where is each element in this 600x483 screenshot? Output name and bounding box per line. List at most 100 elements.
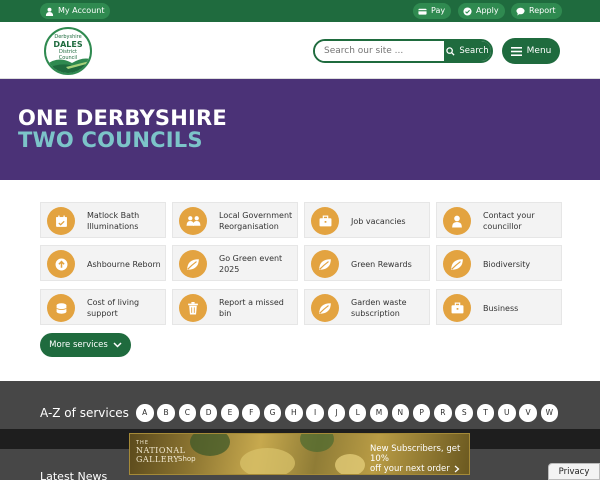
tile-label: Ashbourne Reborn [87,259,161,269]
tile-label: Report a missed bin [219,298,284,318]
advert-promo: New Subscribers, get 10% off your next o… [370,444,469,474]
tile-cost-of-living-support[interactable]: Cost of living support [40,289,166,325]
coins-icon [47,294,75,322]
speech-bubble-icon [516,7,525,16]
leaf-icon [443,250,471,278]
a-z-letter[interactable]: G [263,404,282,422]
a-z-services-bar: A-Z of services A B C D E F G H I J L M … [0,381,600,429]
hero-heading-line2: TWO COUNCILS [18,128,203,152]
a-z-letter[interactable]: N [391,404,410,422]
tile-label: Cost of living support [87,298,140,318]
my-account-link[interactable]: My Account [40,3,111,19]
site-search: Search [313,39,493,63]
advert-brand-shop: Shop [178,455,196,463]
search-button[interactable]: Search [444,41,491,61]
logo-line2: DALES [53,40,83,49]
tile-job-vacancies[interactable]: Job vacancies [304,202,430,238]
a-z-letter[interactable]: L [348,404,367,422]
tile-biodiversity[interactable]: Biodiversity [436,245,562,281]
site-header: Derbyshire DALES District Council Search… [0,22,600,79]
a-z-letters: A B C D E F G H I J L M N P R S T U V W [136,404,559,422]
tile-green-rewards[interactable]: Green Rewards [304,245,430,281]
person-icon [443,207,471,235]
hero-banner: ONE DERBYSHIRE TWO COUNCILS [0,79,600,180]
leaf-icon [179,250,207,278]
a-z-letter[interactable]: V [519,404,537,422]
hero-heading-line1: ONE DERBYSHIRE [18,106,227,130]
a-z-letter[interactable]: T [476,404,495,422]
tile-label: Matlock Bath Illuminations [87,211,140,231]
apply-label: Apply [476,6,499,15]
upload-icon [47,250,75,278]
advert-brand: THE NATIONAL GALLERY Shop [136,440,206,464]
tile-report-a-missed-bin[interactable]: Report a missed bin [172,289,298,325]
report-link[interactable]: Report [511,3,562,19]
tile-matlock-bath-illuminations[interactable]: Matlock Bath Illuminations [40,202,166,238]
tile-ashbourne-reborn[interactable]: Ashbourne Reborn [40,245,166,281]
a-z-letter[interactable]: W [540,404,559,422]
tile-contact-your-councillor[interactable]: Contact your councillor [436,202,562,238]
calendar-icon [47,207,75,235]
leaf-icon [311,250,339,278]
tile-garden-waste-subscription[interactable]: Garden waste subscription [304,289,430,325]
apply-link[interactable]: Apply [458,3,505,19]
more-services-button[interactable]: More services [40,333,131,357]
search-button-label: Search [459,46,489,56]
a-z-letter[interactable]: C [178,404,197,422]
a-z-letter[interactable]: M [370,404,388,422]
hamburger-icon [510,46,522,56]
tile-go-green-event-2025[interactable]: Go Green event 2025 [172,245,298,281]
more-services-label: More services [49,340,108,350]
a-z-letter[interactable]: E [221,404,239,422]
advert-banner[interactable]: THE NATIONAL GALLERY Shop New Subscriber… [129,433,470,475]
search-icon [446,46,455,56]
bin-icon [179,294,207,322]
report-label: Report [529,6,556,15]
tile-label: Green Rewards [351,259,412,269]
a-z-letter[interactable]: I [306,404,324,422]
tile-business[interactable]: Business [436,289,562,325]
advert-painting-detail [335,454,365,474]
a-z-letter[interactable]: H [285,404,303,422]
advert-promo-line2: off your next order [370,464,450,474]
leaf-icon [311,294,339,322]
hills-graphic [46,58,90,73]
latest-news-heading: Latest News [40,470,108,483]
a-z-letter[interactable]: U [498,404,516,422]
pay-link[interactable]: Pay [413,3,452,19]
a-z-letter[interactable]: A [136,404,154,422]
tile-label: Business [483,303,519,313]
user-icon [45,7,54,16]
a-z-letter[interactable]: F [242,404,260,422]
top-bar: My Account Pay Apply Report [0,0,600,22]
chevron-right-icon [454,465,460,473]
tile-label: Garden waste subscription [351,298,407,318]
advert-painting-detail [240,448,295,474]
tile-label: Contact your councillor [483,211,535,231]
check-circle-icon [463,6,472,16]
tile-label: Go Green event 2025 [219,254,283,274]
a-z-letter[interactable]: J [327,404,346,422]
a-z-title: A-Z of services [40,406,129,420]
tile-local-government-reorganisation[interactable]: Local Government Reorganisation [172,202,298,238]
pay-label: Pay [431,6,446,15]
a-z-letter[interactable]: S [455,404,473,422]
card-icon [418,8,427,15]
council-logo[interactable]: Derbyshire DALES District Council [44,27,92,75]
briefcase-icon [443,294,471,322]
a-z-letter[interactable]: P [412,404,431,422]
briefcase-icon [311,207,339,235]
people-icon [179,207,207,235]
tile-label: Biodiversity [483,259,531,269]
chevron-down-icon [113,342,122,348]
a-z-letter[interactable]: B [157,404,175,422]
a-z-letter[interactable]: R [434,404,452,422]
menu-button[interactable]: Menu [502,38,560,64]
my-account-label: My Account [58,6,105,15]
privacy-button[interactable]: Privacy [548,463,600,480]
tile-label: Job vacancies [351,216,406,226]
a-z-letter[interactable]: D [199,404,218,422]
advert-promo-line1: New Subscribers, get 10% [370,444,461,464]
search-input[interactable] [315,41,444,61]
tile-label: Local Government Reorganisation [219,211,293,231]
